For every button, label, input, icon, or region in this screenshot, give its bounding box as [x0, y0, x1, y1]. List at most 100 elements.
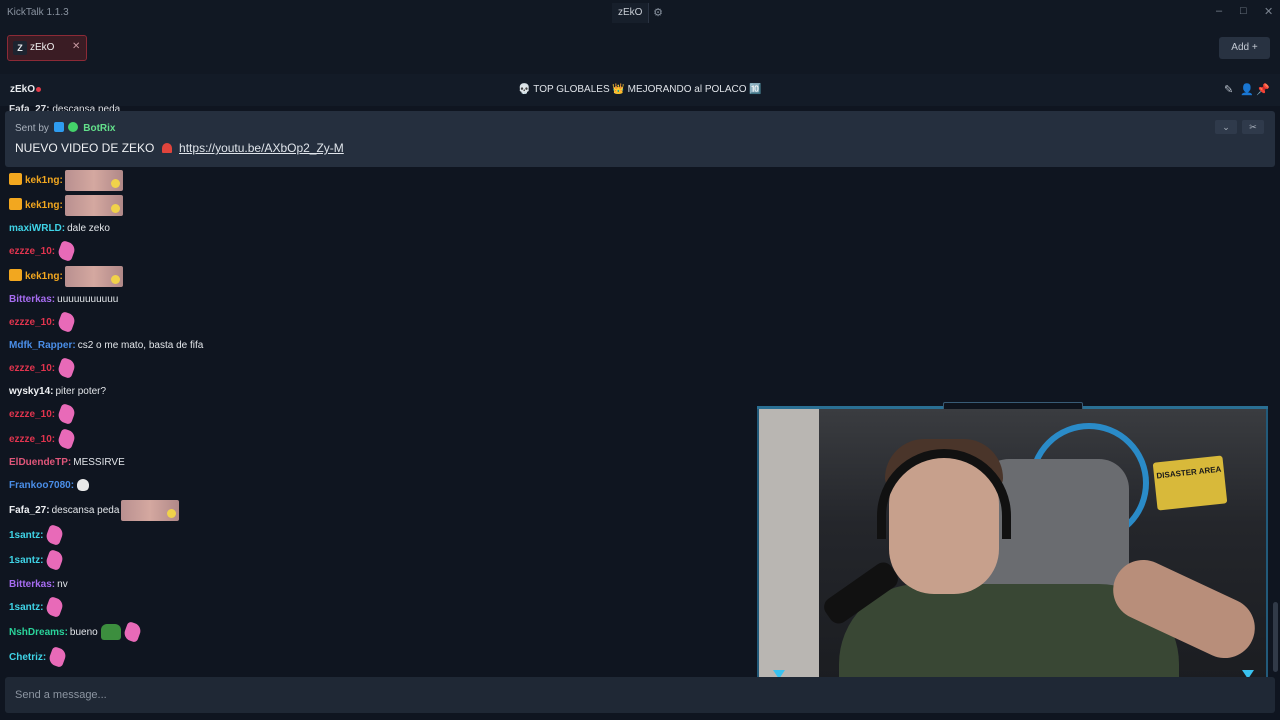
pinned-link[interactable]: https://youtu.be/AXbOp2_Zy-M — [179, 141, 344, 155]
pinned-message-text: NUEVO VIDEO DE ZEKO — [15, 141, 155, 155]
webcam-overlay: DISASTER AREA Z — [757, 402, 1268, 700]
message-username[interactable]: Mdfk_Rapper: — [9, 340, 76, 351]
message-username[interactable]: Frankoo7080: — [9, 480, 74, 491]
scrollbar[interactable] — [1273, 602, 1278, 672]
list-item: ezzze_10: — [9, 403, 77, 426]
message-username[interactable]: Bitterkas: — [9, 294, 55, 305]
message-username[interactable]: ElDuendeTP: — [9, 457, 71, 468]
list-item: ElDuendeTP: MESSIRVE — [9, 452, 125, 474]
crown-badge-icon — [9, 198, 22, 211]
emote-icon[interactable] — [44, 549, 66, 572]
message-username[interactable]: ezzze_10: — [9, 246, 55, 257]
pinned-text: NUEVO VIDEO DE ZEKO https://youtu.be/AXb… — [15, 141, 344, 155]
list-item: ezzze_10: — [9, 357, 77, 380]
message-username[interactable]: 1santz: — [9, 602, 43, 613]
message-text: MESSIRVE — [73, 457, 125, 468]
app-title: KickTalk 1.1.3 — [7, 7, 69, 18]
add-chat-button[interactable]: Add + — [1219, 37, 1270, 59]
message-text: piter poter? — [55, 386, 107, 397]
emote-image-icon[interactable] — [121, 500, 180, 521]
gear-icon[interactable]: ⚙ — [648, 3, 668, 23]
message-username[interactable]: ezzze_10: — [9, 317, 55, 328]
list-item: kek1ng: — [9, 170, 123, 192]
emote-icon[interactable] — [122, 621, 143, 644]
emote-icon[interactable] — [47, 646, 68, 669]
titlebar-chat-label[interactable]: zEkO — [612, 3, 650, 23]
frog-emote-icon[interactable] — [100, 624, 121, 641]
list-item: maxiWRLD: dale zeko — [9, 218, 110, 240]
list-item: NshDreams: bueno — [9, 621, 143, 644]
message-username[interactable]: Chetriz: — [9, 652, 46, 663]
emote-image-icon[interactable] — [64, 266, 123, 287]
list-item: ezzze_10: — [9, 240, 77, 263]
pin-icon[interactable]: 📌 — [1256, 83, 1270, 96]
list-item: Bitterkas: uuuuuuuuuuu — [9, 289, 118, 311]
message-username[interactable]: kek1ng: — [25, 175, 63, 186]
message-username[interactable]: 1santz: — [9, 530, 43, 541]
sent-by-label: Sent by — [15, 123, 49, 134]
message-text: uuuuuuuuuuu — [57, 294, 119, 305]
emote-icon[interactable] — [44, 524, 66, 547]
tab-label: zEkO — [30, 42, 55, 53]
message-input[interactable] — [5, 677, 1275, 713]
badge-icon — [53, 122, 64, 132]
unpin-icon[interactable]: ✂ — [1242, 120, 1264, 134]
message-username[interactable]: NshDreams: — [9, 627, 68, 638]
list-item: ezzze_10: — [9, 311, 77, 334]
list-item: ezzze_10: — [9, 428, 77, 451]
wall-sign: DISASTER AREA — [1152, 455, 1228, 511]
emote-icon[interactable] — [77, 479, 90, 492]
list-item: Fafa_27: descansa peda — [9, 500, 180, 522]
message-username[interactable]: wysky14: — [9, 386, 53, 397]
emote-icon[interactable] — [56, 403, 77, 426]
message-username[interactable]: maxiWRLD: — [9, 223, 65, 234]
crown-badge-icon — [9, 173, 22, 186]
pinned-sender: Sent by BotRix — [15, 122, 116, 134]
kick-logo-icon: Z — [13, 41, 27, 55]
list-item: kek1ng: — [9, 266, 123, 288]
message-username[interactable]: ezzze_10: — [9, 363, 55, 374]
message-username[interactable]: 1santz: — [9, 555, 43, 566]
chevron-down-icon[interactable]: ⌄ — [1215, 120, 1237, 134]
list-item: 1santz: — [9, 596, 66, 619]
message-username[interactable]: Fafa_27: — [9, 505, 50, 516]
siren-icon — [161, 143, 172, 153]
message-username[interactable]: kek1ng: — [25, 271, 63, 282]
list-item: Mdfk_Rapper: cs2 o me mato, basta de fifa — [9, 335, 203, 357]
emote-icon[interactable] — [56, 428, 77, 451]
minimize-button[interactable]: – — [1216, 5, 1222, 17]
message-text: nv — [57, 579, 68, 590]
emote-icon[interactable] — [56, 357, 77, 380]
list-item: wysky14: piter poter? — [9, 381, 106, 403]
message-username[interactable]: ezzze_10: — [9, 409, 55, 420]
crown-badge-icon — [9, 269, 22, 282]
close-icon[interactable]: ✕ — [72, 41, 80, 52]
emote-image-icon[interactable] — [64, 170, 123, 191]
tabs-bar: Z zEkO ✕ Add + — [0, 26, 1280, 74]
emote-icon[interactable] — [56, 311, 77, 334]
message-input-bar — [5, 677, 1275, 713]
stream-title: 💀 TOP GLOBALES 👑 MEJORANDO al POLACO 🔟 — [518, 84, 762, 95]
close-window-button[interactable]: ✕ — [1264, 5, 1273, 18]
list-item: Chetriz: — [9, 646, 68, 669]
message-username[interactable]: Bitterkas: — [9, 579, 55, 590]
list-item: Frankoo7080: — [9, 475, 90, 497]
pencil-icon[interactable]: ✎ — [1224, 83, 1233, 96]
message-username[interactable]: ezzze_10: — [9, 434, 55, 445]
list-item: 1santz: — [9, 524, 66, 547]
maximize-button[interactable]: □ — [1240, 5, 1247, 17]
list-item: kek1ng: — [9, 195, 123, 217]
emote-icon[interactable] — [44, 596, 66, 619]
message-text: cs2 o me mato, basta de fifa — [77, 340, 204, 351]
message-username[interactable]: kek1ng: — [25, 200, 63, 211]
webcam-video: DISASTER AREA — [757, 409, 1268, 696]
message-text: descansa peda — [51, 505, 120, 517]
emote-icon[interactable] — [56, 240, 77, 263]
pinned-message: Sent by BotRix NUEVO VIDEO DE ZEKO https… — [5, 111, 1275, 167]
message-text: bueno — [69, 627, 98, 638]
tab-zeko[interactable]: Z zEkO ✕ — [7, 35, 87, 61]
bot-name[interactable]: BotRix — [83, 123, 115, 134]
list-item: Bitterkas: nv — [9, 574, 68, 596]
emote-image-icon[interactable] — [64, 195, 123, 216]
user-icon[interactable]: 👤 — [1240, 83, 1254, 96]
